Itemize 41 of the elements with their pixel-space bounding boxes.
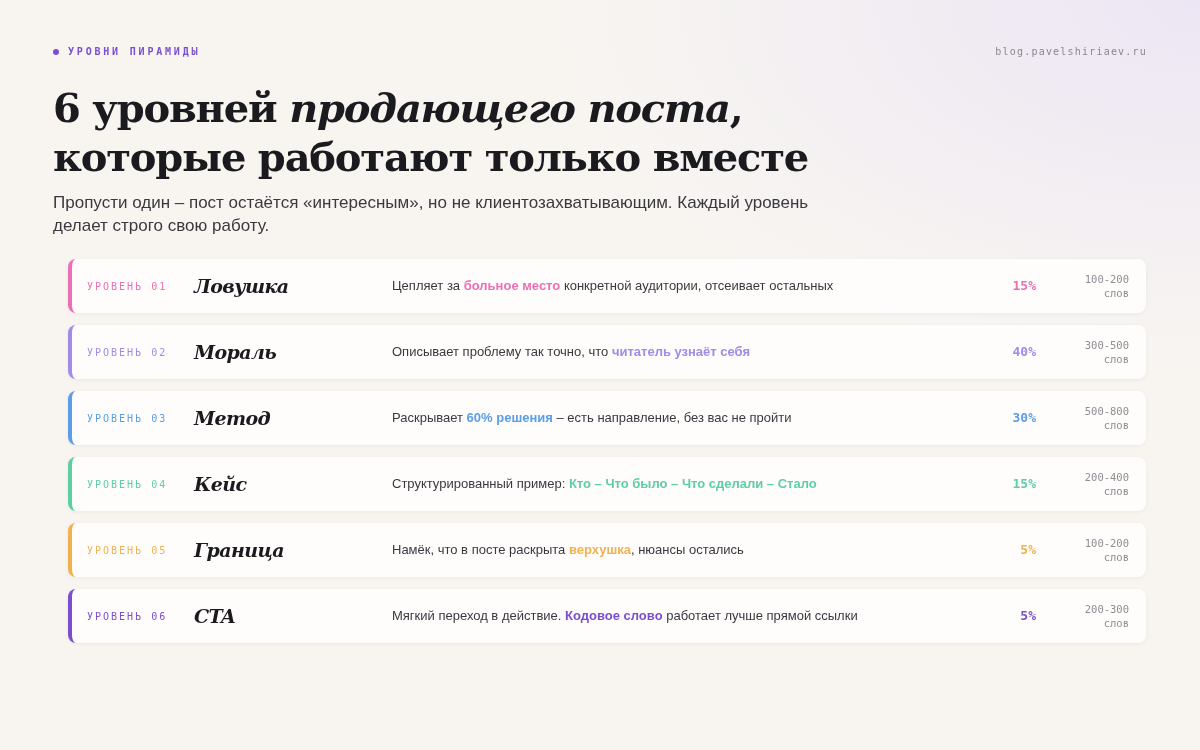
- level-name: Метод: [194, 405, 272, 431]
- level-name: Граница: [194, 537, 285, 563]
- level-description: Описывает проблему так точно, что читатель узнаёт себя: [392, 343, 752, 362]
- share-percent: 30%: [1011, 409, 1036, 428]
- site-url: blog.pavelshiriaev.ru: [995, 45, 1147, 59]
- share-percent: 5%: [1019, 607, 1036, 626]
- level-name: Мораль: [194, 339, 278, 365]
- level-name: Кейс: [194, 471, 248, 497]
- word-unit: слов: [1103, 484, 1129, 498]
- level-label: УРОВЕНЬ 06: [87, 609, 169, 624]
- word-unit: слов: [1103, 418, 1129, 432]
- level-name: CTA: [194, 603, 237, 629]
- eyebrow-label: УРОВНИ ПИРАМИДЫ: [68, 45, 201, 59]
- level-label: УРОВЕНЬ 05: [87, 543, 169, 558]
- level-description: Намёк, что в посте раскрыта верхушка, нюансы остались: [392, 541, 745, 560]
- word-range: 500-800: [1084, 404, 1129, 418]
- level-label: УРОВЕНЬ 01: [87, 279, 169, 294]
- word-unit: слов: [1103, 286, 1129, 300]
- level-label: УРОВЕНЬ 03: [87, 411, 169, 426]
- word-range: 100-200: [1084, 536, 1129, 550]
- level-description: Цепляет за больное место конкретной аудитории, отсеивает остальных: [392, 277, 835, 296]
- level-name: Ловушка: [194, 273, 290, 299]
- share-percent: 5%: [1019, 541, 1036, 560]
- level-label: УРОВЕНЬ 04: [87, 477, 169, 492]
- subtitle: Пропусти один – пост остаётся «интересным», но не клиентозахватывающим. Каждый уровень делает строго свою работу.: [53, 192, 810, 237]
- headline-line: которые работают только вместе: [53, 132, 809, 181]
- level-label: УРОВЕНЬ 02: [87, 345, 169, 360]
- word-range: 300-500: [1084, 338, 1129, 352]
- level-description: Мягкий переход в действие. Кодовое слово работает лучше прямой ссылки: [392, 607, 859, 626]
- share-percent: 40%: [1011, 343, 1036, 362]
- word-range: 100-200: [1084, 272, 1129, 286]
- headline-line: 6 уровней продающего поста,: [53, 83, 743, 132]
- level-description: Структурированный пример: Кто – Что было – Что сделали – Стало: [392, 475, 818, 494]
- share-percent: 15%: [1011, 277, 1036, 296]
- share-percent: 15%: [1011, 475, 1036, 494]
- word-unit: слов: [1103, 352, 1129, 366]
- level-description: Раскрывает 60% решения – есть направление, без вас не пройти: [392, 409, 793, 428]
- word-unit: слов: [1103, 550, 1129, 564]
- word-unit: слов: [1103, 616, 1129, 630]
- word-range: 200-300: [1084, 602, 1129, 616]
- word-range: 200-400: [1084, 470, 1129, 484]
